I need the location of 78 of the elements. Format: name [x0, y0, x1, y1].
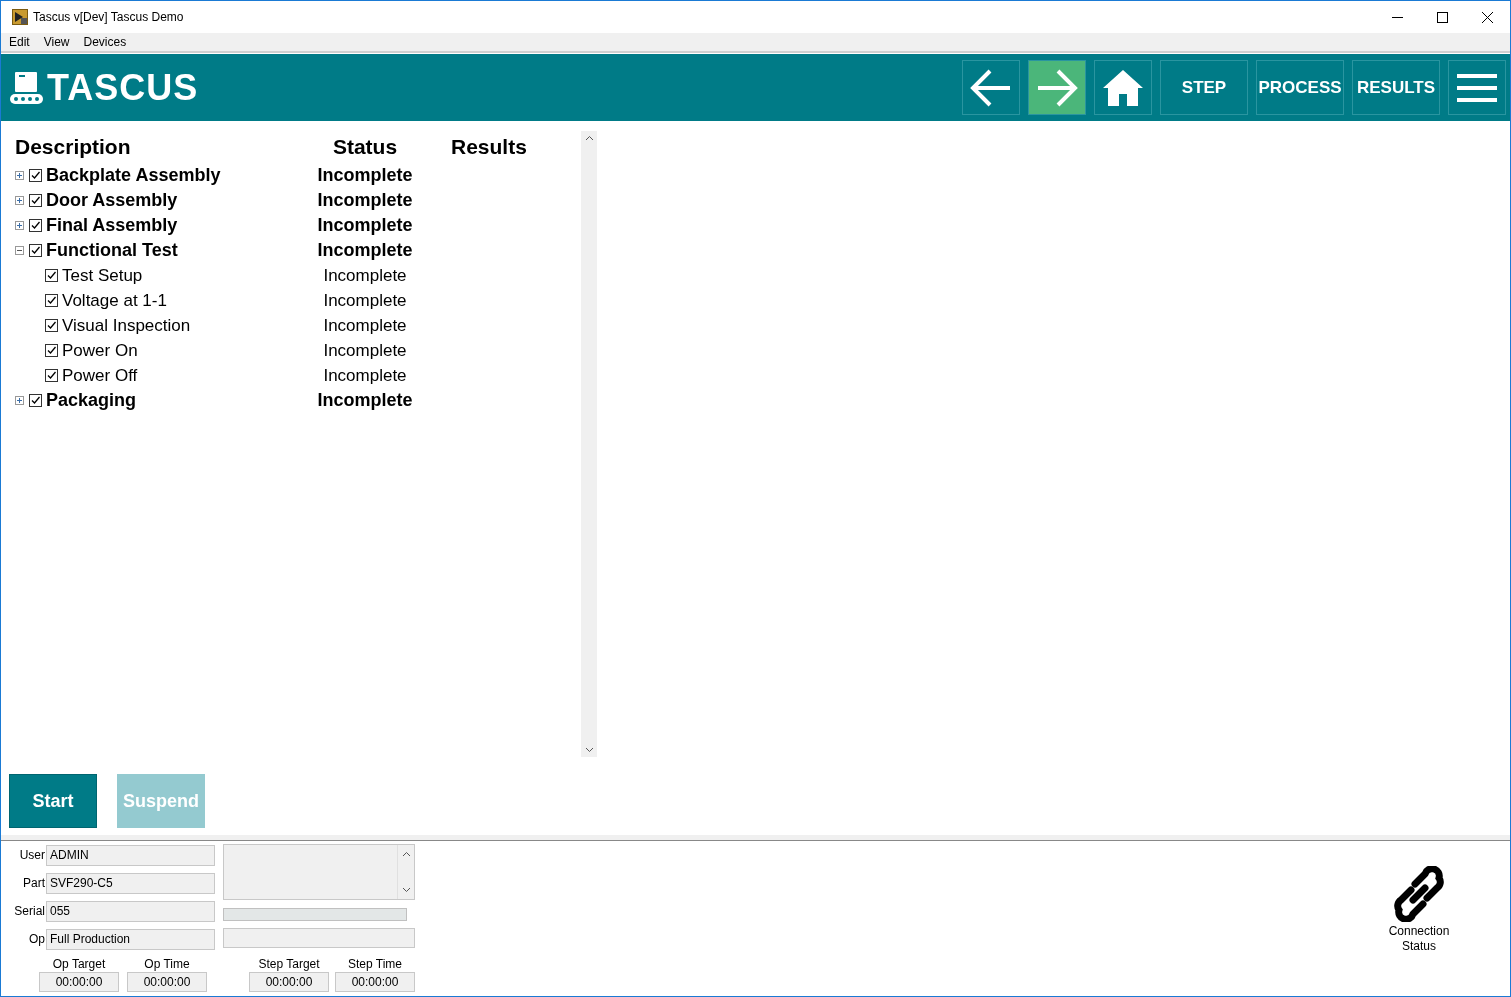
field-label: Serial — [13, 903, 46, 920]
checkbox[interactable] — [29, 169, 42, 182]
scroll-down-icon[interactable] — [401, 887, 411, 893]
back-button[interactable] — [962, 60, 1020, 115]
checkbox[interactable] — [45, 319, 58, 332]
scrollbar[interactable] — [581, 131, 597, 757]
close-icon[interactable] — [1482, 11, 1493, 23]
nav-tab[interactable]: RESULTS — [1352, 60, 1440, 115]
checkbox[interactable] — [45, 269, 58, 282]
menu-item[interactable]: Devices — [76, 33, 134, 51]
expander-icon[interactable] — [15, 171, 24, 180]
home-icon — [1103, 69, 1143, 106]
field-label: Op — [28, 931, 46, 948]
connection-status-label: Connection Status — [1387, 924, 1451, 954]
step-label[interactable]: Packaging — [46, 387, 137, 414]
checkbox[interactable] — [29, 244, 42, 257]
timer-label: Op Time — [144, 956, 190, 972]
menu-item[interactable]: View — [36, 33, 77, 51]
timer-value: 00:00:00 — [127, 972, 207, 992]
scroll-up-icon[interactable] — [401, 851, 411, 857]
status-text: Incomplete — [322, 264, 408, 287]
scroll-up-icon[interactable] — [584, 135, 594, 141]
status-text: Incomplete — [316, 189, 414, 212]
step-label[interactable]: Power Off — [62, 362, 138, 389]
step-label[interactable]: Visual Inspection — [62, 312, 191, 339]
app-icon — [12, 9, 28, 25]
chain-link-icon — [1391, 866, 1447, 922]
step-label[interactable]: Functional Test — [46, 237, 178, 264]
expander-icon[interactable] — [15, 221, 24, 230]
timer-value: 00:00:00 — [335, 972, 415, 992]
maximize-icon[interactable] — [1437, 11, 1448, 23]
menu-button[interactable] — [1448, 60, 1506, 115]
status-text: Incomplete — [316, 389, 414, 412]
step-label[interactable]: Power On — [62, 337, 138, 364]
column-header: Results — [450, 134, 525, 161]
forward-button[interactable] — [1028, 60, 1086, 115]
logo-text: TASCUS — [47, 69, 199, 106]
field-label: Part — [22, 875, 46, 892]
expander-icon[interactable] — [15, 396, 24, 405]
step-label[interactable]: Backplate Assembly — [46, 162, 221, 189]
status-text: Incomplete — [322, 339, 408, 362]
checkbox[interactable] — [29, 394, 42, 407]
conveyor-box-icon — [10, 71, 43, 104]
checkbox[interactable] — [45, 344, 58, 357]
home-button[interactable] — [1094, 60, 1152, 115]
step-label[interactable]: Door Assembly — [46, 187, 178, 214]
expander-icon[interactable] — [15, 196, 24, 205]
menu-icon — [1457, 72, 1497, 103]
status-text: Incomplete — [316, 214, 414, 237]
status-text: Incomplete — [322, 314, 408, 337]
expander-icon[interactable] — [15, 246, 24, 255]
scroll-down-icon[interactable] — [584, 747, 594, 753]
checkbox[interactable] — [45, 294, 58, 307]
timer-value: 00:00:00 — [39, 972, 119, 992]
action-button[interactable]: Start — [9, 774, 97, 828]
timer-label: Op Target — [52, 956, 106, 972]
checkbox[interactable] — [29, 194, 42, 207]
timer-value: 00:00:00 — [249, 972, 329, 992]
checkbox[interactable] — [45, 369, 58, 382]
column-header: Status — [331, 134, 399, 161]
menu-item[interactable]: Edit — [2, 33, 37, 51]
forward-arrow-icon — [1036, 67, 1078, 108]
nav-tab[interactable]: PROCESS — [1256, 60, 1344, 115]
status-text: Incomplete — [322, 364, 408, 387]
status-text: Incomplete — [316, 164, 414, 187]
timer-label: Step Target — [258, 956, 320, 972]
column-header: Description — [15, 134, 132, 161]
nav-tab[interactable]: STEP — [1160, 60, 1248, 115]
checkbox[interactable] — [29, 219, 42, 232]
step-label[interactable]: Final Assembly — [46, 212, 178, 239]
timer-label: Step Time — [348, 956, 402, 972]
step-label[interactable]: Test Setup — [62, 262, 143, 289]
window-title: Tascus v[Dev] Tascus Demo — [33, 9, 184, 26]
step-label[interactable]: Voltage at 1-1 — [62, 287, 167, 314]
status-text: Incomplete — [316, 239, 414, 262]
field-label: User — [18, 847, 46, 864]
back-arrow-icon — [970, 67, 1012, 108]
status-text: Incomplete — [322, 289, 408, 312]
